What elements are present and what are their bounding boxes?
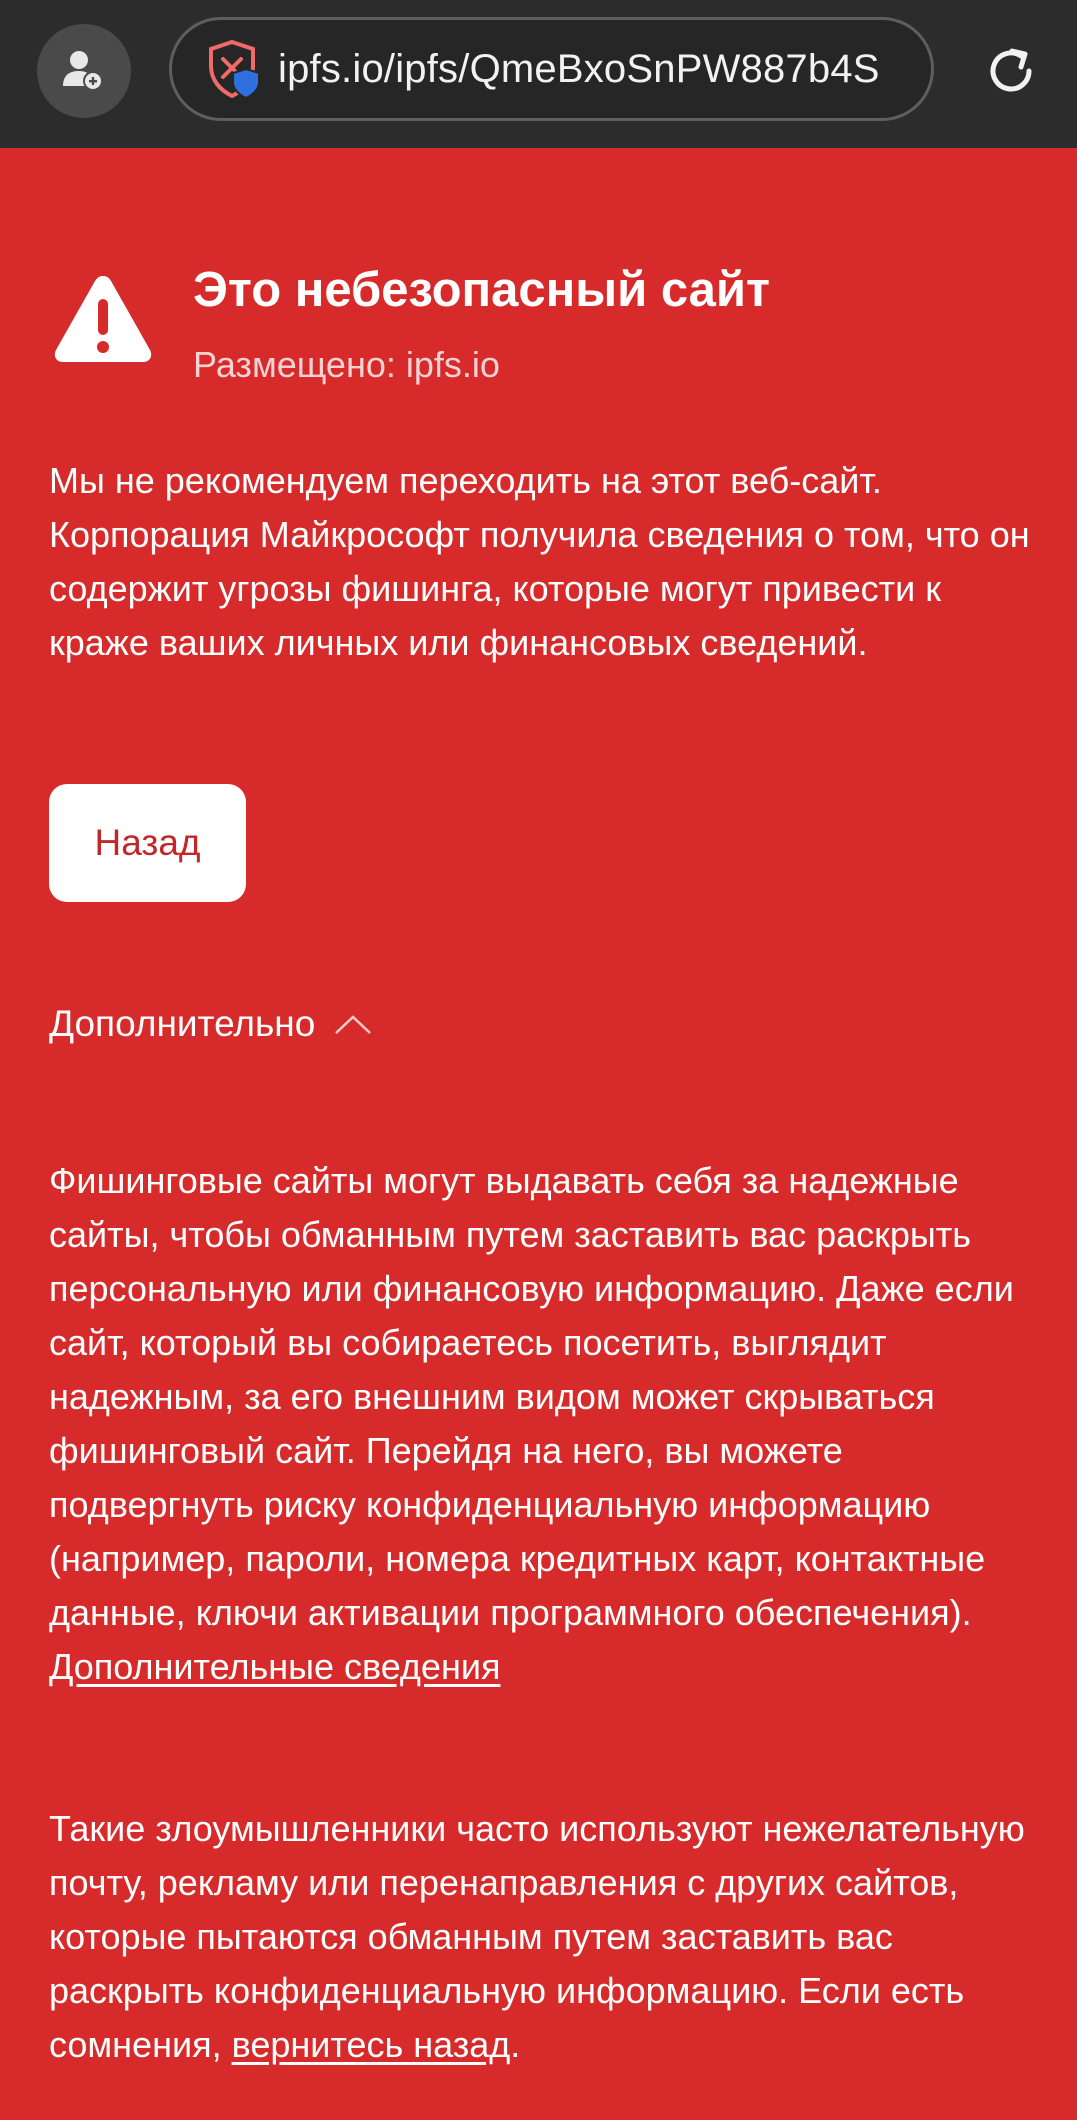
followup-paragraph: Такие злоумышленники часто используют не… [49,1802,1039,2072]
reload-icon [990,48,1032,92]
followup-text: Такие злоумышленники часто используют не… [49,1808,1025,2065]
details-text: Фишинговые сайты могут выдавать себя за … [49,1160,1014,1633]
unsafe-shield-icon[interactable] [206,38,264,100]
page-title: Это небезопасный сайт [193,263,771,317]
details-paragraph: Фишинговые сайты могут выдавать себя за … [49,1154,1039,1694]
browser-toolbar: ipfs.io/ipfs/QmeBxoSnPW887b4S [0,0,1077,148]
chevron-up-icon [335,1015,372,1034]
go-back-link[interactable]: вернитесь назад [232,2024,511,2065]
host-line: Размещено: ipfs.io [193,344,500,385]
back-button[interactable]: Назад [49,784,246,902]
url-text[interactable]: ipfs.io/ipfs/QmeBxoSnPW887b4S [278,47,880,92]
followup-end: . [510,2024,521,2065]
more-info-link[interactable]: Дополнительные сведения [49,1646,500,1687]
advanced-label: Дополнительно [49,1003,316,1044]
warning-description: Мы не рекомендуем переходить на этот веб… [49,460,1030,663]
address-bar[interactable]: ipfs.io/ipfs/QmeBxoSnPW887b4S [169,17,934,121]
advanced-toggle[interactable]: Дополнительно [49,1003,373,1045]
profile-button[interactable] [37,24,131,118]
reload-button[interactable] [976,36,1046,106]
add-profile-icon [63,51,103,91]
warning-triangle-icon [54,276,152,362]
